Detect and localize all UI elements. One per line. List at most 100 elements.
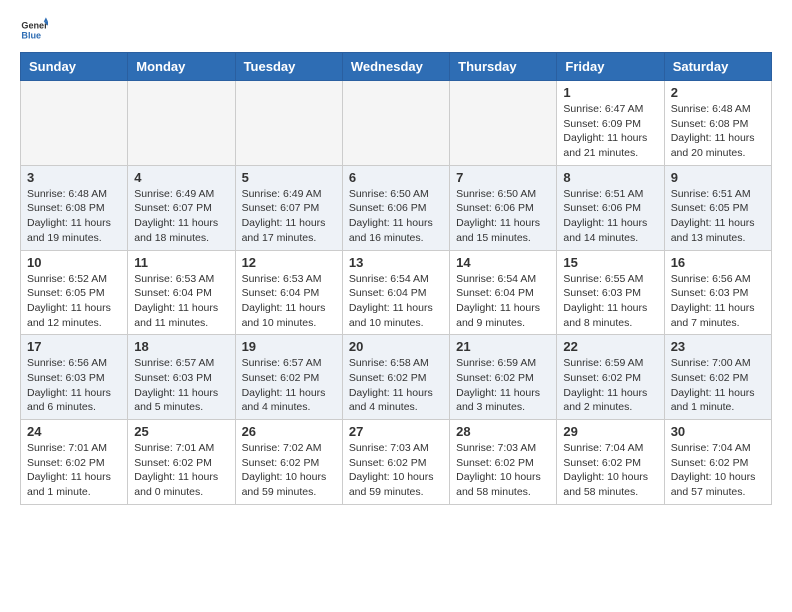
- calendar-cell: 29Sunrise: 7:04 AMSunset: 6:02 PMDayligh…: [557, 420, 664, 505]
- day-info: Sunrise: 6:50 AMSunset: 6:06 PMDaylight:…: [456, 187, 550, 246]
- day-info: Sunrise: 7:01 AMSunset: 6:02 PMDaylight:…: [134, 441, 228, 500]
- header-thursday: Thursday: [450, 53, 557, 81]
- day-info: Sunrise: 6:50 AMSunset: 6:06 PMDaylight:…: [349, 187, 443, 246]
- calendar-cell: 8 Sunrise: 6:51 AMSunset: 6:06 PMDaylight…: [557, 165, 664, 250]
- day-number: 17: [27, 339, 121, 354]
- calendar-cell: 15 Sunrise: 6:55 AMSunset: 6:03 PMDayligh…: [557, 250, 664, 335]
- day-info: Sunrise: 6:49 AMSunset: 6:07 PMDaylight:…: [242, 187, 336, 246]
- calendar-cell: [450, 81, 557, 166]
- calendar-cell: 6 Sunrise: 6:50 AMSunset: 6:06 PMDaylight…: [342, 165, 449, 250]
- day-number: 10: [27, 255, 121, 270]
- day-info: Sunrise: 7:04 AMSunset: 6:02 PMDaylight:…: [671, 441, 765, 500]
- day-number: 11: [134, 255, 228, 270]
- day-info: Sunrise: 6:48 AMSunset: 6:08 PMDaylight:…: [27, 187, 121, 246]
- day-info: Sunrise: 7:00 AMSunset: 6:02 PMDaylight:…: [671, 356, 765, 415]
- day-info: Sunrise: 7:03 AMSunset: 6:02 PMDaylight:…: [456, 441, 550, 500]
- calendar-cell: 30 Sunrise: 7:04 AMSunset: 6:02 PMDayligh…: [664, 420, 771, 505]
- calendar-cell: 28 Sunrise: 7:03 AMSunset: 6:02 PMDayligh…: [450, 420, 557, 505]
- day-number: 24: [27, 424, 121, 439]
- calendar-cell: [128, 81, 235, 166]
- day-number: 13: [349, 255, 443, 270]
- calendar-cell: 27 Sunrise: 7:03 AMSunset: 6:02 PMDayligh…: [342, 420, 449, 505]
- day-number: 27: [349, 424, 443, 439]
- day-info: Sunrise: 6:57 AMSunset: 6:02 PMDaylight:…: [242, 356, 336, 415]
- day-number: 9: [671, 170, 765, 185]
- day-info: Sunrise: 6:59 AMSunset: 6:02 PMDaylight:…: [456, 356, 550, 415]
- calendar-cell: 11 Sunrise: 6:53 AMSunset: 6:04 PMDayligh…: [128, 250, 235, 335]
- day-info: Sunrise: 6:54 AMSunset: 6:04 PMDaylight:…: [456, 272, 550, 331]
- day-info: Sunrise: 7:01 AMSunset: 6:02 PMDaylight:…: [27, 441, 121, 500]
- day-info: Sunrise: 6:53 AMSunset: 6:04 PMDaylight:…: [242, 272, 336, 331]
- day-info: Sunrise: 6:51 AMSunset: 6:06 PMDaylight:…: [563, 187, 657, 246]
- day-number: 6: [349, 170, 443, 185]
- day-number: 8: [563, 170, 657, 185]
- calendar-cell: [342, 81, 449, 166]
- day-number: 25: [134, 424, 228, 439]
- week-row-4: 17 Sunrise: 6:56 AMSunset: 6:03 PMDayligh…: [21, 335, 772, 420]
- calendar-cell: 23 Sunrise: 7:00 AMSunset: 6:02 PMDayligh…: [664, 335, 771, 420]
- day-number: 30: [671, 424, 765, 439]
- day-number: 2: [671, 85, 765, 100]
- calendar-cell: 13 Sunrise: 6:54 AMSunset: 6:04 PMDayligh…: [342, 250, 449, 335]
- header-friday: Friday: [557, 53, 664, 81]
- calendar-cell: 22Sunrise: 6:59 AMSunset: 6:02 PMDayligh…: [557, 335, 664, 420]
- day-number: 19: [242, 339, 336, 354]
- header-monday: Monday: [128, 53, 235, 81]
- day-number: 5: [242, 170, 336, 185]
- calendar-cell: 18Sunrise: 6:57 AMSunset: 6:03 PMDayligh…: [128, 335, 235, 420]
- calendar-cell: 1 Sunrise: 6:47 AMSunset: 6:09 PMDaylight…: [557, 81, 664, 166]
- day-info: Sunrise: 6:58 AMSunset: 6:02 PMDaylight:…: [349, 356, 443, 415]
- week-row-5: 24 Sunrise: 7:01 AMSunset: 6:02 PMDayligh…: [21, 420, 772, 505]
- calendar-cell: 5 Sunrise: 6:49 AMSunset: 6:07 PMDaylight…: [235, 165, 342, 250]
- day-info: Sunrise: 6:52 AMSunset: 6:05 PMDaylight:…: [27, 272, 121, 331]
- day-number: 20: [349, 339, 443, 354]
- day-info: Sunrise: 7:04 AMSunset: 6:02 PMDaylight:…: [563, 441, 657, 500]
- calendar-cell: 7 Sunrise: 6:50 AMSunset: 6:06 PMDaylight…: [450, 165, 557, 250]
- calendar-cell: [21, 81, 128, 166]
- calendar-table: SundayMondayTuesdayWednesdayThursdayFrid…: [20, 52, 772, 505]
- day-number: 21: [456, 339, 550, 354]
- calendar-cell: 24 Sunrise: 7:01 AMSunset: 6:02 PMDayligh…: [21, 420, 128, 505]
- week-row-3: 10 Sunrise: 6:52 AMSunset: 6:05 PMDayligh…: [21, 250, 772, 335]
- calendar-cell: 21 Sunrise: 6:59 AMSunset: 6:02 PMDayligh…: [450, 335, 557, 420]
- page-header: General Blue: [20, 16, 772, 44]
- day-info: Sunrise: 6:54 AMSunset: 6:04 PMDaylight:…: [349, 272, 443, 331]
- calendar-cell: 9 Sunrise: 6:51 AMSunset: 6:05 PMDaylight…: [664, 165, 771, 250]
- day-number: 12: [242, 255, 336, 270]
- day-number: 14: [456, 255, 550, 270]
- day-number: 16: [671, 255, 765, 270]
- calendar-cell: 3Sunrise: 6:48 AMSunset: 6:08 PMDaylight…: [21, 165, 128, 250]
- day-info: Sunrise: 7:03 AMSunset: 6:02 PMDaylight:…: [349, 441, 443, 500]
- day-info: Sunrise: 6:47 AMSunset: 6:09 PMDaylight:…: [563, 102, 657, 161]
- svg-text:Blue: Blue: [21, 30, 41, 40]
- calendar-cell: 4Sunrise: 6:49 AMSunset: 6:07 PMDaylight…: [128, 165, 235, 250]
- calendar-cell: 25 Sunrise: 7:01 AMSunset: 6:02 PMDayligh…: [128, 420, 235, 505]
- calendar-cell: 10 Sunrise: 6:52 AMSunset: 6:05 PMDayligh…: [21, 250, 128, 335]
- day-number: 1: [563, 85, 657, 100]
- day-info: Sunrise: 6:51 AMSunset: 6:05 PMDaylight:…: [671, 187, 765, 246]
- calendar-cell: 17 Sunrise: 6:56 AMSunset: 6:03 PMDayligh…: [21, 335, 128, 420]
- logo-icon: General Blue: [20, 16, 48, 44]
- calendar-cell: 12 Sunrise: 6:53 AMSunset: 6:04 PMDayligh…: [235, 250, 342, 335]
- calendar-cell: 20 Sunrise: 6:58 AMSunset: 6:02 PMDayligh…: [342, 335, 449, 420]
- day-number: 28: [456, 424, 550, 439]
- day-info: Sunrise: 6:49 AMSunset: 6:07 PMDaylight:…: [134, 187, 228, 246]
- calendar-page: General Blue SundayMondayTuesdayWednesda…: [0, 0, 792, 521]
- day-number: 23: [671, 339, 765, 354]
- day-number: 7: [456, 170, 550, 185]
- header-tuesday: Tuesday: [235, 53, 342, 81]
- header-wednesday: Wednesday: [342, 53, 449, 81]
- day-info: Sunrise: 6:55 AMSunset: 6:03 PMDaylight:…: [563, 272, 657, 331]
- logo: General Blue: [20, 16, 48, 44]
- day-number: 15: [563, 255, 657, 270]
- header-saturday: Saturday: [664, 53, 771, 81]
- day-info: Sunrise: 6:53 AMSunset: 6:04 PMDaylight:…: [134, 272, 228, 331]
- day-info: Sunrise: 6:48 AMSunset: 6:08 PMDaylight:…: [671, 102, 765, 161]
- day-info: Sunrise: 7:02 AMSunset: 6:02 PMDaylight:…: [242, 441, 336, 500]
- day-info: Sunrise: 6:56 AMSunset: 6:03 PMDaylight:…: [671, 272, 765, 331]
- calendar-cell: 16 Sunrise: 6:56 AMSunset: 6:03 PMDayligh…: [664, 250, 771, 335]
- day-info: Sunrise: 6:56 AMSunset: 6:03 PMDaylight:…: [27, 356, 121, 415]
- calendar-cell: 19 Sunrise: 6:57 AMSunset: 6:02 PMDayligh…: [235, 335, 342, 420]
- week-row-2: 3Sunrise: 6:48 AMSunset: 6:08 PMDaylight…: [21, 165, 772, 250]
- week-row-1: 1 Sunrise: 6:47 AMSunset: 6:09 PMDaylight…: [21, 81, 772, 166]
